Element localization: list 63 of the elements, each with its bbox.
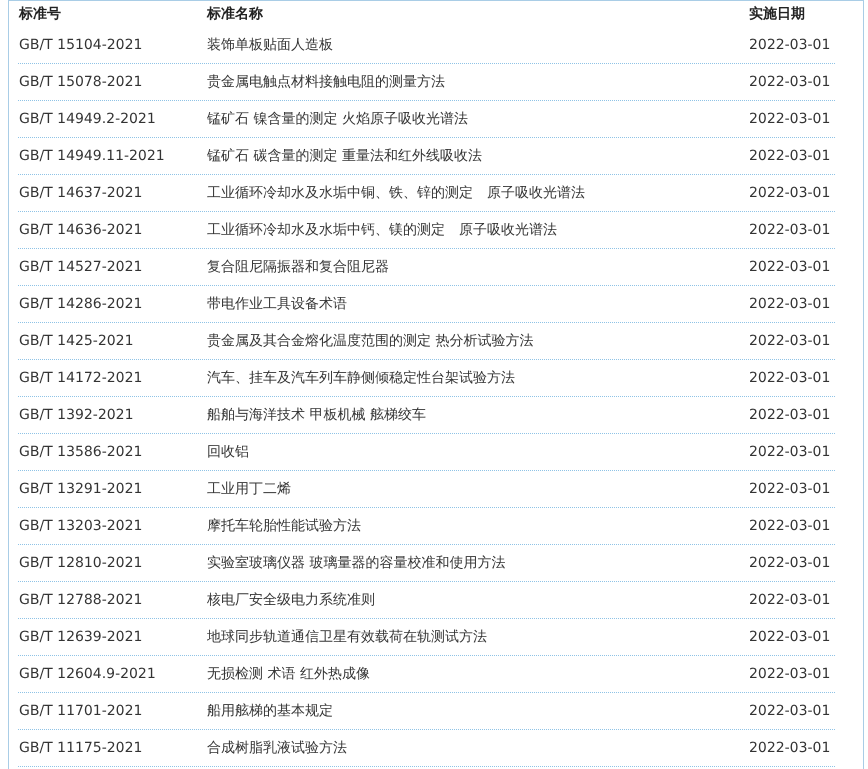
table-cell-text: 2022-03-01 (749, 333, 832, 349)
table-cell-text: 2022-03-01 (749, 407, 832, 423)
table-cell-text: 2022-03-01 (749, 666, 832, 682)
table-cell-text: 船用舷梯的基本规定 (207, 702, 334, 720)
table-cell-text: 贵金属电触点材料接触电阻的测量方法 (207, 73, 446, 91)
table-cell-text: 工业用丁二烯 (207, 480, 292, 498)
table-cell-text: 核电厂安全级电力系统准则 (207, 591, 376, 609)
column-header: 标准名称 (207, 5, 264, 23)
table-cell-text: 2022-03-01 (749, 592, 832, 608)
table-cell-text: 2022-03-01 (749, 703, 832, 719)
table-cell-text: GB/T 1392-2021 (18, 407, 134, 423)
table-cell-text: GB/T 14172-2021 (18, 370, 144, 386)
table-cell-text: 2022-03-01 (749, 185, 832, 201)
table-cell-text: GB/T 1425-2021 (18, 333, 134, 349)
table-cell-text: GB/T 11175-2021 (18, 740, 144, 756)
table-cell-text: GB/T 13203-2021 (18, 518, 144, 534)
table-cell-text: 2022-03-01 (749, 370, 832, 386)
table-cell-text: 摩托车轮胎性能试验方法 (207, 517, 362, 535)
table-cell-text: GB/T 15078-2021 (18, 74, 144, 90)
table-cell-text: 2022-03-01 (749, 518, 832, 534)
table-cell-text: 2022-03-01 (749, 481, 832, 497)
table-cell-text: 2022-03-01 (749, 259, 832, 275)
table-cell-text: GB/T 15104-2021 (18, 37, 144, 53)
table-cell-text: 2022-03-01 (749, 555, 832, 571)
table-cell-text: GB/T 14636-2021 (18, 222, 144, 238)
table-cell-text: 装饰单板贴面人造板 (207, 36, 334, 54)
table-cell-text: 回收铝 (207, 443, 250, 461)
table-cell-text: 实验室玻璃仪器 玻璃量器的容量校准和使用方法 (207, 554, 506, 572)
table-cell-text: 2022-03-01 (749, 111, 832, 127)
table-cell-text: 贵金属及其合金熔化温度范围的测定 热分析试验方法 (207, 332, 534, 350)
table-cell-text: 2022-03-01 (749, 296, 832, 312)
table-cell-text: 2022-03-01 (749, 148, 832, 164)
table-cell-text: 工业循环冷却水及水垢中钙、镁的测定 原子吸收光谱法 (207, 221, 558, 239)
column-header: 标准号 (18, 5, 62, 23)
table-cell-text: 工业循环冷却水及水垢中铜、铁、锌的测定 原子吸收光谱法 (207, 184, 586, 202)
table-cell-text: GB/T 12639-2021 (18, 629, 144, 645)
table-cell-text: 2022-03-01 (749, 740, 832, 756)
table-cell-text: 2022-03-01 (749, 37, 832, 53)
table-cell-text: 汽车、挂车及汽车列车静侧倾稳定性台架试验方法 (207, 369, 516, 387)
table-cell-text: GB/T 11701-2021 (18, 703, 144, 719)
table-cell-text: 船舶与海洋技术 甲板机械 舷梯绞车 (207, 406, 427, 424)
table-cell-text: GB/T 13586-2021 (18, 444, 144, 460)
table-cell-text: 2022-03-01 (749, 74, 832, 90)
table-cell-text: GB/T 12810-2021 (18, 555, 144, 571)
table-cell-text: GB/T 14637-2021 (18, 185, 144, 201)
table-cell-text: GB/T 14286-2021 (18, 296, 144, 312)
table-cell-text: 2022-03-01 (749, 444, 832, 460)
table-cell-text: GB/T 12604.9-2021 (18, 666, 157, 682)
table-cell-text: GB/T 14949.2-2021 (18, 111, 157, 127)
table-cell-text: 2022-03-01 (749, 222, 832, 238)
table-cell-text: 地球同步轨道通信卫星有效载荷在轨测试方法 (207, 628, 488, 646)
table-cell-text: GB/T 13291-2021 (18, 481, 144, 497)
table-cell-text: 带电作业工具设备术语 (207, 295, 348, 313)
table-cell-text: GB/T 12788-2021 (18, 592, 144, 608)
table-cell-text: 锰矿石 镍含量的测定 火焰原子吸收光谱法 (207, 110, 469, 128)
table-cell-text: 2022-03-01 (749, 629, 832, 645)
table-cell-text: 无损检测 术语 红外热成像 (207, 665, 371, 683)
table-cell-text: 锰矿石 碳含量的测定 重量法和红外线吸收法 (207, 147, 483, 165)
table-cell-text: 合成树脂乳液试验方法 (207, 739, 348, 757)
table-cell-text: GB/T 14949.11-2021 (18, 148, 166, 164)
table-cell-text: 复合阻尼隔振器和复合阻尼器 (207, 258, 390, 276)
column-header: 实施日期 (749, 5, 806, 23)
table-cell-text: GB/T 14527-2021 (18, 259, 144, 275)
